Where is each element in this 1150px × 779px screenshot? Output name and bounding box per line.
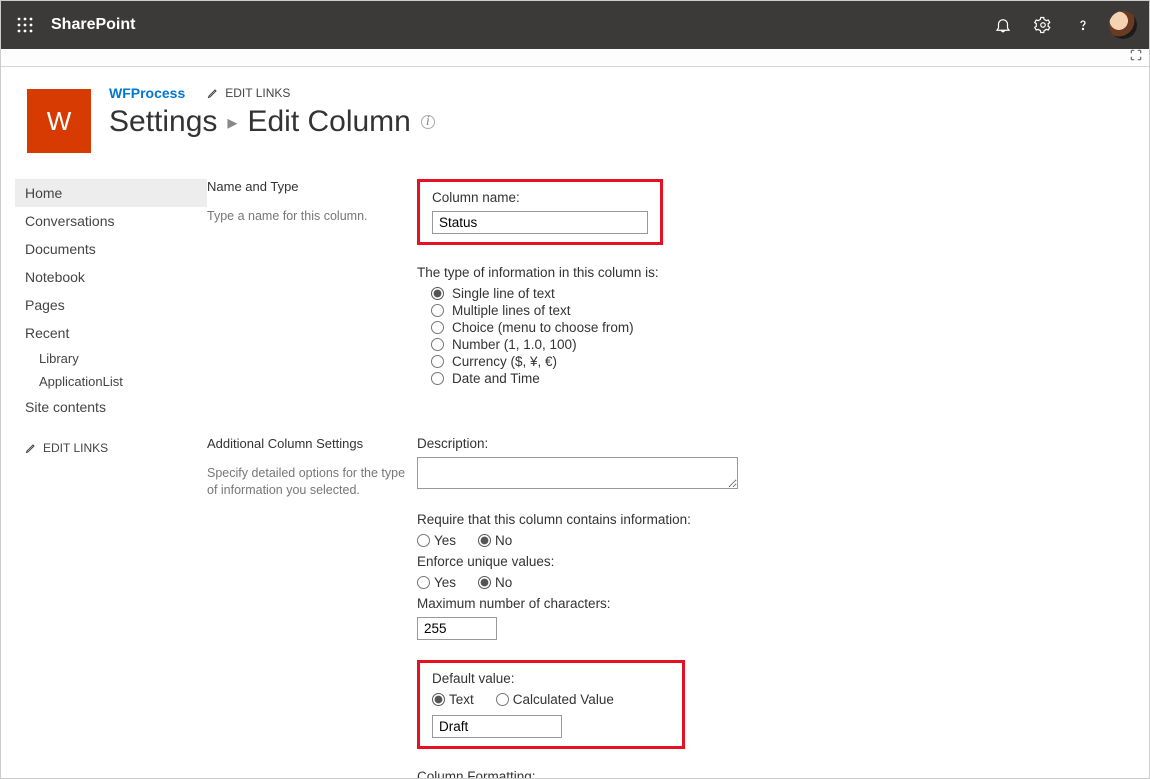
section2-sub: Specify detailed options for the type of… xyxy=(207,465,407,499)
default-calc-radio[interactable] xyxy=(496,693,509,706)
type-options: Single line of text Multiple lines of te… xyxy=(417,286,1149,386)
type-opt-5: Date and Time xyxy=(452,371,540,386)
info-icon[interactable]: i xyxy=(421,115,435,129)
edit-links-left-label: EDIT LINKS xyxy=(43,441,108,455)
gear-icon[interactable] xyxy=(1023,5,1063,45)
nav-pages[interactable]: Pages xyxy=(15,291,207,319)
formatting-label: Column Formatting: xyxy=(417,769,1149,778)
require-yes-radio[interactable] xyxy=(417,534,430,547)
enforce-yes-radio[interactable] xyxy=(417,576,430,589)
default-calc-label: Calculated Value xyxy=(513,692,614,707)
column-name-input[interactable] xyxy=(432,211,648,234)
type-opt-2: Choice (menu to choose from) xyxy=(452,320,634,335)
nav-documents[interactable]: Documents xyxy=(15,235,207,263)
type-opt-4: Currency ($, ¥, €) xyxy=(452,354,557,369)
enforce-no-radio[interactable] xyxy=(478,576,491,589)
highlight-column-name: Column name: xyxy=(417,179,663,245)
pencil-icon xyxy=(207,87,219,99)
nav-recent-library[interactable]: Library xyxy=(15,347,207,370)
nav-home[interactable]: Home xyxy=(15,179,207,207)
nav-recent-applicationlist[interactable]: ApplicationList xyxy=(15,370,207,393)
column-name-label: Column name: xyxy=(432,190,648,205)
type-opt-1: Multiple lines of text xyxy=(452,303,571,318)
focus-content-icon[interactable] xyxy=(1129,48,1143,67)
section1-heading: Name and Type xyxy=(207,179,407,194)
app-launcher-icon[interactable] xyxy=(7,7,43,43)
site-tile[interactable]: W xyxy=(27,89,91,153)
pencil-icon xyxy=(25,442,37,454)
breadcrumb-sep-icon: ▸ xyxy=(227,110,237,135)
default-text-radio[interactable] xyxy=(432,693,445,706)
default-label: Default value: xyxy=(432,671,670,686)
type-choice-radio[interactable] xyxy=(431,321,444,334)
user-avatar[interactable] xyxy=(1103,5,1143,45)
site-link[interactable]: WFProcess xyxy=(109,85,185,101)
nav-conversations[interactable]: Conversations xyxy=(15,207,207,235)
highlight-default-value: Default value: Text Calculated Value xyxy=(417,660,685,749)
type-number-radio[interactable] xyxy=(431,338,444,351)
edit-links-label: EDIT LINKS xyxy=(225,86,290,100)
type-datetime-radio[interactable] xyxy=(431,372,444,385)
require-no-radio[interactable] xyxy=(478,534,491,547)
maxchars-input[interactable] xyxy=(417,617,497,640)
nav-site-contents[interactable]: Site contents xyxy=(15,393,207,421)
enforce-label: Enforce unique values: xyxy=(417,554,1149,569)
type-opt-0: Single line of text xyxy=(452,286,555,301)
page-scroll[interactable]: W WFProcess EDIT LINKS Settings ▸ Edit C… xyxy=(1,67,1149,778)
require-no-label: No xyxy=(495,533,512,548)
edit-links-top[interactable]: EDIT LINKS xyxy=(207,86,290,100)
type-currency-radio[interactable] xyxy=(431,355,444,368)
type-label: The type of information in this column i… xyxy=(417,265,1149,280)
page-title-part2: Edit Column xyxy=(247,105,410,139)
description-textarea[interactable] xyxy=(417,457,738,489)
default-value-input[interactable] xyxy=(432,715,562,738)
require-yes-label: Yes xyxy=(434,533,456,548)
notifications-icon[interactable] xyxy=(983,5,1023,45)
require-label: Require that this column contains inform… xyxy=(417,512,1149,527)
nav-recent[interactable]: Recent xyxy=(15,319,207,347)
default-text-label: Text xyxy=(449,692,474,707)
page-title-part1: Settings xyxy=(109,105,217,139)
nav-notebook[interactable]: Notebook xyxy=(15,263,207,291)
enforce-no-label: No xyxy=(495,575,512,590)
page-title: Settings ▸ Edit Column i xyxy=(109,105,435,139)
maxchars-label: Maximum number of characters: xyxy=(417,596,1149,611)
type-opt-3: Number (1, 1.0, 100) xyxy=(452,337,577,352)
help-icon[interactable] xyxy=(1063,5,1103,45)
suite-nav: SharePoint xyxy=(1,1,1149,49)
ribbon-strip xyxy=(1,49,1149,67)
description-label: Description: xyxy=(417,436,1149,451)
left-nav: Home Conversations Documents Notebook Pa… xyxy=(15,179,207,455)
section1-sub: Type a name for this column. xyxy=(207,208,407,225)
brand-label[interactable]: SharePoint xyxy=(51,16,135,34)
enforce-yes-label: Yes xyxy=(434,575,456,590)
edit-links-left[interactable]: EDIT LINKS xyxy=(15,441,207,455)
section2-heading: Additional Column Settings xyxy=(207,436,407,451)
type-multi-line-radio[interactable] xyxy=(431,304,444,317)
type-single-line-radio[interactable] xyxy=(431,287,444,300)
